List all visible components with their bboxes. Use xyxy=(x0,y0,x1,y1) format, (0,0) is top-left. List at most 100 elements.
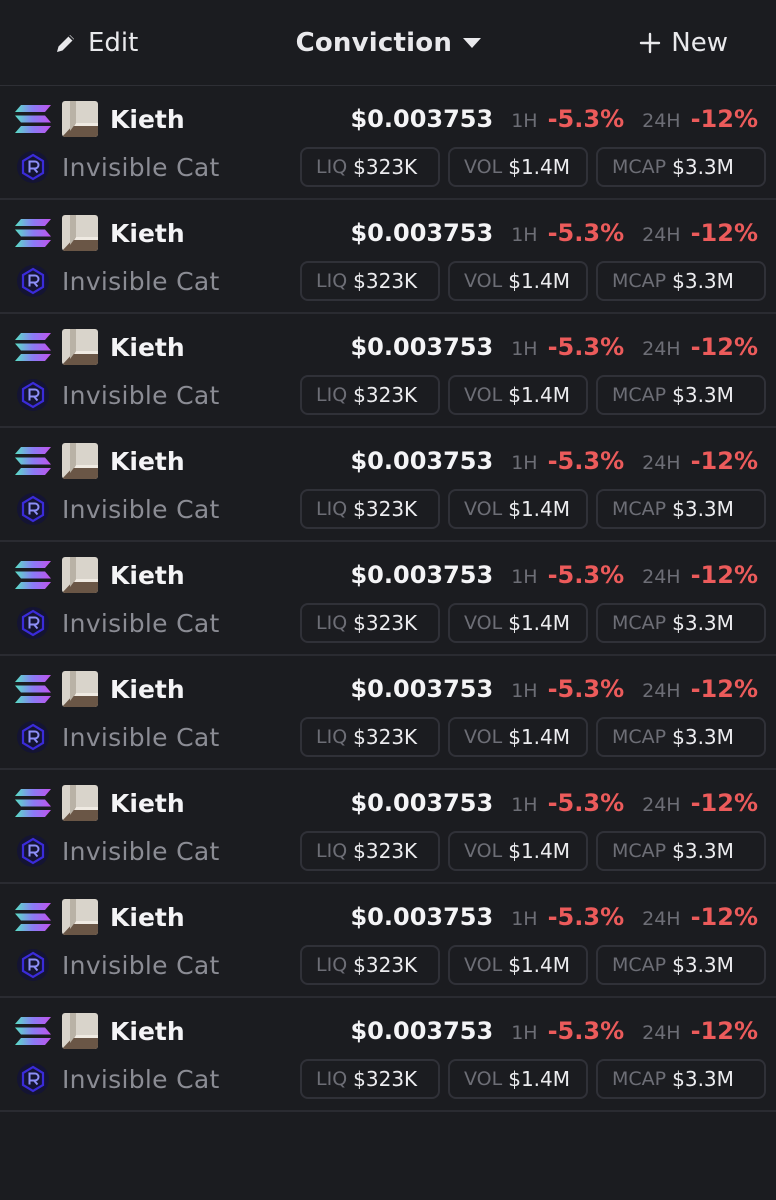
h24-label: 24H xyxy=(642,908,681,930)
token-subtitle: Invisible Cat xyxy=(62,608,220,638)
token-subtitle: Invisible Cat xyxy=(62,836,220,866)
volume-pill: VOL $1.4M xyxy=(448,147,588,187)
list-selector-dropdown[interactable]: Conviction xyxy=(296,28,482,58)
stats-group: LIQ $323K VOL $1.4M MCAP $3.3M xyxy=(300,147,766,187)
stats-group: LIQ $323K VOL $1.4M MCAP $3.3M xyxy=(300,945,766,985)
list-title: Conviction xyxy=(295,27,453,58)
token-avatar xyxy=(62,899,98,935)
raydium-icon xyxy=(16,378,50,412)
mcap-value: $3.3M xyxy=(672,383,734,407)
volume-pill: VOL $1.4M xyxy=(448,603,588,643)
h24-change: -12% xyxy=(690,675,758,703)
token-price: $0.003753 xyxy=(350,333,494,361)
h24-label: 24H xyxy=(642,566,681,588)
volume-pill: VOL $1.4M xyxy=(448,375,588,415)
price-block: $0.003753 1H -5.3% 24H -12% xyxy=(350,675,766,703)
price-block: $0.003753 1H -5.3% 24H -12% xyxy=(350,789,766,817)
mcap-label: MCAP xyxy=(612,954,667,976)
token-row[interactable]: Kieth $0.003753 1H -5.3% 24H -12% Invisi… xyxy=(0,656,776,770)
h1-label: 1H xyxy=(511,1022,538,1044)
liq-label: LIQ xyxy=(316,726,348,748)
liq-value: $323K xyxy=(353,155,418,179)
token-subtitle: Invisible Cat xyxy=(62,380,220,410)
h24-label: 24H xyxy=(642,794,681,816)
h1-change: -5.3% xyxy=(547,447,625,475)
token-row[interactable]: Kieth $0.003753 1H -5.3% 24H -12% Invisi… xyxy=(0,314,776,428)
volume-pill: VOL $1.4M xyxy=(448,489,588,529)
vol-label: VOL xyxy=(464,1068,503,1090)
mcap-pill: MCAP $3.3M xyxy=(596,945,766,985)
token-row[interactable]: Kieth $0.003753 1H -5.3% 24H -12% Invisi… xyxy=(0,998,776,1112)
vol-value: $1.4M xyxy=(508,155,571,179)
liq-label: LIQ xyxy=(316,840,348,862)
stats-group: LIQ $323K VOL $1.4M MCAP $3.3M xyxy=(300,831,766,871)
mcap-pill: MCAP $3.3M xyxy=(596,831,766,871)
token-row[interactable]: Kieth $0.003753 1H -5.3% 24H -12% Invisi… xyxy=(0,428,776,542)
caret-down-icon xyxy=(462,37,482,49)
token-avatar xyxy=(62,215,98,251)
liq-label: LIQ xyxy=(316,498,348,520)
h1-change: -5.3% xyxy=(547,333,625,361)
liq-value: $323K xyxy=(353,1067,418,1091)
mcap-pill: MCAP $3.3M xyxy=(596,489,766,529)
token-subtitle: Invisible Cat xyxy=(62,266,220,296)
mcap-pill: MCAP $3.3M xyxy=(596,603,766,643)
token-subtitle: Invisible Cat xyxy=(62,152,220,182)
raydium-icon xyxy=(16,948,50,982)
h1-change: -5.3% xyxy=(547,219,625,247)
token-avatar xyxy=(62,443,98,479)
liq-value: $323K xyxy=(353,953,418,977)
vol-value: $1.4M xyxy=(508,725,571,749)
token-price: $0.003753 xyxy=(350,105,494,133)
token-row[interactable]: Kieth $0.003753 1H -5.3% 24H -12% Invisi… xyxy=(0,884,776,998)
vol-label: VOL xyxy=(464,498,503,520)
liq-label: LIQ xyxy=(316,156,348,178)
liquidity-pill: LIQ $323K xyxy=(300,261,440,301)
vol-value: $1.4M xyxy=(508,839,571,863)
h24-label: 24H xyxy=(642,338,681,360)
vol-value: $1.4M xyxy=(508,611,571,635)
mcap-value: $3.3M xyxy=(672,953,734,977)
token-row[interactable]: Kieth $0.003753 1H -5.3% 24H -12% Invisi… xyxy=(0,770,776,884)
price-block: $0.003753 1H -5.3% 24H -12% xyxy=(350,903,766,931)
liquidity-pill: LIQ $323K xyxy=(300,717,440,757)
mcap-pill: MCAP $3.3M xyxy=(596,147,766,187)
mcap-value: $3.3M xyxy=(672,497,734,521)
token-subtitle: Invisible Cat xyxy=(62,950,220,980)
token-row[interactable]: Kieth $0.003753 1H -5.3% 24H -12% Invisi… xyxy=(0,200,776,314)
h1-label: 1H xyxy=(511,566,538,588)
vol-value: $1.4M xyxy=(508,269,571,293)
solana-icon xyxy=(14,218,52,248)
pencil-icon xyxy=(54,31,78,55)
edit-button[interactable]: Edit xyxy=(54,28,138,58)
liq-label: LIQ xyxy=(316,954,348,976)
liquidity-pill: LIQ $323K xyxy=(300,147,440,187)
price-block: $0.003753 1H -5.3% 24H -12% xyxy=(350,105,766,133)
new-button[interactable]: New xyxy=(639,28,728,58)
token-row[interactable]: Kieth $0.003753 1H -5.3% 24H -12% Invisi… xyxy=(0,86,776,200)
liquidity-pill: LIQ $323K xyxy=(300,489,440,529)
h1-label: 1H xyxy=(511,110,538,132)
liq-value: $323K xyxy=(353,383,418,407)
solana-icon xyxy=(14,332,52,362)
h24-label: 24H xyxy=(642,224,681,246)
plus-icon xyxy=(639,32,661,54)
liq-value: $323K xyxy=(353,725,418,749)
liquidity-pill: LIQ $323K xyxy=(300,375,440,415)
token-avatar xyxy=(62,557,98,593)
stats-group: LIQ $323K VOL $1.4M MCAP $3.3M xyxy=(300,1059,766,1099)
price-block: $0.003753 1H -5.3% 24H -12% xyxy=(350,561,766,589)
token-name: Kieth xyxy=(110,104,185,134)
token-avatar xyxy=(62,1013,98,1049)
volume-pill: VOL $1.4M xyxy=(448,831,588,871)
h24-change: -12% xyxy=(690,903,758,931)
token-row[interactable]: Kieth $0.003753 1H -5.3% 24H -12% Invisi… xyxy=(0,542,776,656)
vol-label: VOL xyxy=(464,384,503,406)
h1-change: -5.3% xyxy=(547,105,625,133)
price-block: $0.003753 1H -5.3% 24H -12% xyxy=(350,219,766,247)
liq-label: LIQ xyxy=(316,1068,348,1090)
vol-label: VOL xyxy=(464,270,503,292)
liq-label: LIQ xyxy=(316,270,348,292)
h24-change: -12% xyxy=(690,105,758,133)
mcap-label: MCAP xyxy=(612,156,667,178)
